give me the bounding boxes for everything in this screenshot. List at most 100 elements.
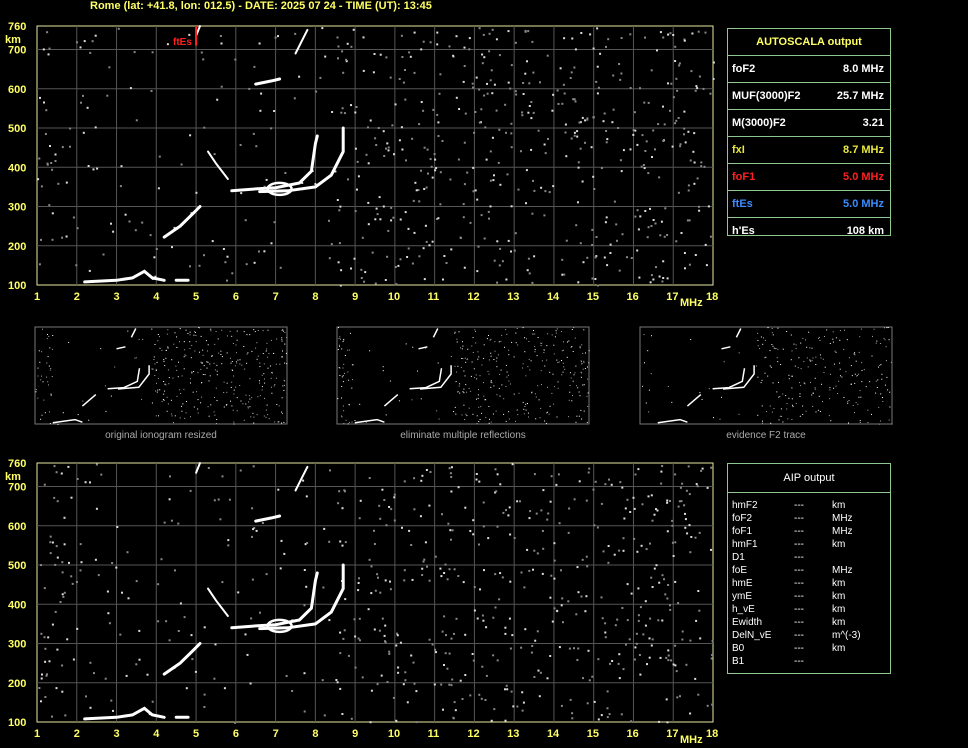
noise-dot xyxy=(350,45,353,48)
noise-dot xyxy=(339,205,342,208)
noise-dot xyxy=(637,587,640,590)
noise-dot xyxy=(498,128,501,131)
noise-dot xyxy=(632,129,635,132)
noise-dot xyxy=(675,670,678,673)
noise-dot xyxy=(661,619,664,622)
noise-dot xyxy=(176,395,178,397)
noise-dot xyxy=(696,485,699,488)
noise-dot xyxy=(45,674,48,677)
echo-trace xyxy=(162,642,202,676)
noise-dot xyxy=(298,75,301,78)
noise-dot xyxy=(373,53,376,55)
noise-dot xyxy=(51,238,54,241)
noise-dot xyxy=(383,499,386,501)
noise-dot xyxy=(171,359,173,361)
noise-dot xyxy=(630,257,633,259)
noise-dot xyxy=(261,374,263,376)
noise-dot xyxy=(572,351,574,352)
noise-dot xyxy=(534,349,536,351)
noise-dot xyxy=(54,563,57,566)
noise-dot xyxy=(434,158,437,161)
noise-dot xyxy=(480,406,482,408)
noise-dot xyxy=(231,361,233,362)
noise-dot xyxy=(659,31,662,34)
aip-cell-a: hmE xyxy=(732,578,753,589)
noise-dot xyxy=(279,266,282,269)
y-tick-label: 700 xyxy=(8,482,26,494)
noise-dot xyxy=(189,334,191,336)
noise-dot xyxy=(285,352,287,354)
noise-dot xyxy=(453,411,455,412)
autoscala-panel: AUTOSCALA output foF2 8.0 MHz MUF(3000)F2 2… xyxy=(727,28,891,237)
noise-dot xyxy=(764,357,766,359)
noise-dot xyxy=(105,410,107,412)
noise-dot xyxy=(435,651,437,654)
noise-dot xyxy=(540,345,542,346)
noise-dot xyxy=(571,400,573,402)
noise-dot xyxy=(222,248,225,250)
noise-dot xyxy=(262,330,264,332)
noise-dot xyxy=(674,664,677,667)
autoscala-label: foF2 xyxy=(732,63,756,75)
noise-dot xyxy=(107,612,110,615)
x-tick-label: 13 xyxy=(507,291,519,303)
noise-dot xyxy=(374,589,377,592)
noise-dot xyxy=(581,363,583,365)
autoscala-row: ftEs 5.0 MHz xyxy=(728,191,890,218)
noise-dot xyxy=(335,679,338,681)
noise-dot xyxy=(525,403,527,405)
noise-dot xyxy=(177,522,180,525)
noise-dot xyxy=(857,403,859,405)
noise-dot xyxy=(237,359,239,361)
noise-dot xyxy=(588,350,590,352)
noise-dot xyxy=(877,379,879,381)
noise-dot xyxy=(472,86,474,89)
noise-dot xyxy=(650,373,652,375)
noise-dot xyxy=(251,397,253,399)
noise-dot xyxy=(515,332,517,334)
noise-dot xyxy=(461,348,463,350)
noise-dot xyxy=(208,380,210,382)
noise-dot xyxy=(770,366,772,368)
noise-dot xyxy=(375,144,378,146)
noise-dot xyxy=(593,524,596,527)
noise-dot xyxy=(524,351,526,353)
noise-dot xyxy=(878,366,879,368)
noise-dot xyxy=(652,278,655,281)
noise-dot xyxy=(537,385,539,387)
noise-dot xyxy=(61,664,64,667)
noise-dot xyxy=(833,387,835,389)
noise-dot xyxy=(255,145,258,148)
noise-dot xyxy=(582,368,584,370)
noise-dot xyxy=(157,377,159,379)
noise-dot xyxy=(305,585,308,588)
noise-dot xyxy=(518,392,520,394)
noise-dot xyxy=(546,359,548,361)
noise-dot xyxy=(629,87,632,89)
noise-dot xyxy=(146,673,149,676)
noise-dot xyxy=(617,662,620,665)
noise-dot xyxy=(151,700,154,703)
noise-dot xyxy=(508,411,510,413)
noise-dot xyxy=(378,504,381,507)
noise-dot xyxy=(374,282,377,285)
noise-dot xyxy=(46,163,49,166)
noise-dot xyxy=(128,220,131,223)
noise-dot xyxy=(351,387,353,389)
noise-dot xyxy=(202,374,204,375)
noise-dot xyxy=(475,473,478,475)
y-tick-label: 500 xyxy=(8,560,26,572)
noise-dot xyxy=(396,634,399,637)
noise-dot xyxy=(645,548,648,551)
noise-dot xyxy=(652,219,655,221)
noise-dot xyxy=(247,352,249,354)
noise-dot xyxy=(607,38,610,41)
noise-dot xyxy=(648,389,650,391)
noise-dot xyxy=(361,236,364,239)
noise-dot xyxy=(708,388,710,390)
x-unit-label: MHz xyxy=(680,297,703,309)
noise-dot xyxy=(229,330,231,332)
noise-dot xyxy=(302,479,305,482)
noise-dot xyxy=(249,334,251,336)
noise-dot xyxy=(221,475,224,478)
